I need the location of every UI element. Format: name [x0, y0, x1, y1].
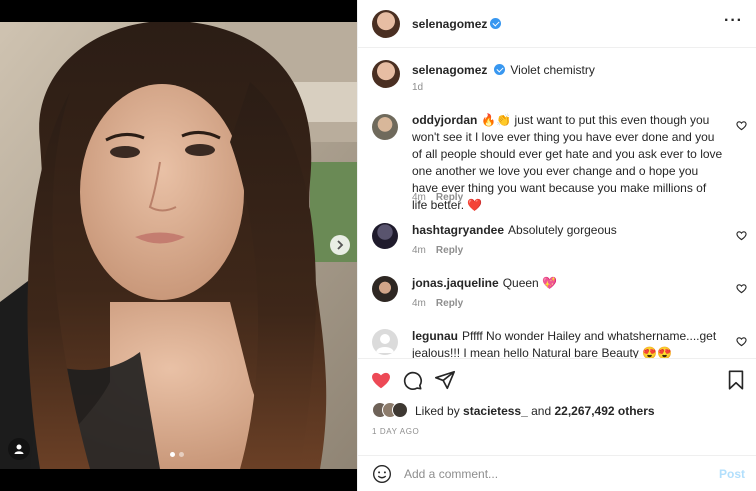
heart-icon[interactable] — [736, 230, 747, 241]
post-side-panel: selenagomez ··· selenagomez Violet chemis… — [357, 0, 756, 491]
commenter-avatar[interactable] — [372, 329, 398, 355]
likes-count[interactable]: 22,267,492 others — [554, 404, 654, 418]
commenter-avatar[interactable] — [372, 114, 398, 140]
add-comment-bar: Post — [358, 455, 756, 491]
comment-author[interactable]: jonas.jaqueline — [412, 276, 499, 290]
liked-by-connector: and — [531, 404, 552, 418]
carousel-indicator — [170, 452, 184, 457]
post-header: selenagomez ··· — [358, 0, 756, 48]
heart-icon[interactable] — [370, 369, 392, 391]
comment-author[interactable]: legunau — [412, 329, 458, 343]
user-tag-icon — [14, 444, 24, 454]
comments-list: selenagomez Violet chemistry 1d oddyjorda… — [358, 48, 756, 358]
comment-age: 4m — [412, 245, 426, 256]
caption-text: Violet chemistry — [510, 63, 595, 77]
post-date[interactable]: 1 DAY AGO — [372, 427, 419, 436]
commenter-avatar[interactable] — [372, 223, 398, 249]
default-avatar-icon — [376, 334, 394, 353]
comment-author[interactable]: oddyjordan — [412, 113, 477, 127]
next-photo-button[interactable] — [330, 235, 350, 255]
carousel-dot — [170, 452, 175, 457]
reply-button[interactable]: Reply — [436, 298, 463, 309]
author-avatar[interactable] — [372, 60, 400, 88]
liker-avatar — [392, 402, 408, 418]
heart-icon[interactable] — [736, 120, 747, 131]
more-icon[interactable]: ··· — [724, 13, 743, 29]
share-icon[interactable] — [434, 369, 456, 391]
comment-icon[interactable] — [401, 369, 423, 391]
post-comment-button[interactable]: Post — [719, 467, 745, 481]
author-handle[interactable]: selenagomez — [412, 17, 487, 31]
caption-age: 1d — [412, 82, 424, 93]
comment-input[interactable] — [404, 462, 694, 486]
liked-by-user[interactable]: stacietess_ — [463, 404, 528, 418]
post-photo[interactable] — [0, 22, 357, 469]
reply-button[interactable]: Reply — [436, 245, 463, 256]
comment-text: Queen 💖 — [502, 276, 558, 290]
liked-by-prefix: Liked by — [415, 404, 460, 418]
carousel-dot — [179, 452, 184, 457]
tagged-users-button[interactable] — [8, 438, 30, 460]
post-actions: Liked by stacietess_ and 22,267,492 othe… — [358, 358, 756, 491]
chevron-right-icon — [337, 240, 344, 250]
reply-button[interactable]: Reply — [436, 192, 463, 203]
verified-badge-icon — [490, 18, 502, 29]
heart-icon[interactable] — [736, 283, 747, 294]
comment-age: 4m — [412, 192, 426, 203]
comment-author[interactable]: hashtagryandee — [412, 223, 504, 237]
post-media — [0, 0, 357, 491]
author-avatar[interactable] — [372, 10, 400, 38]
verified-badge-icon — [494, 64, 506, 75]
liked-by-text: Liked by stacietess_ and 22,267,492 othe… — [415, 404, 655, 418]
comment-age: 4m — [412, 298, 426, 309]
heart-icon[interactable] — [736, 336, 747, 347]
bookmark-icon[interactable] — [725, 369, 747, 391]
caption-author[interactable]: selenagomez — [412, 63, 487, 77]
comment-text: Absolutely gorgeous — [508, 223, 617, 237]
commenter-avatar[interactable] — [372, 276, 398, 302]
emoji-icon[interactable] — [372, 464, 392, 484]
